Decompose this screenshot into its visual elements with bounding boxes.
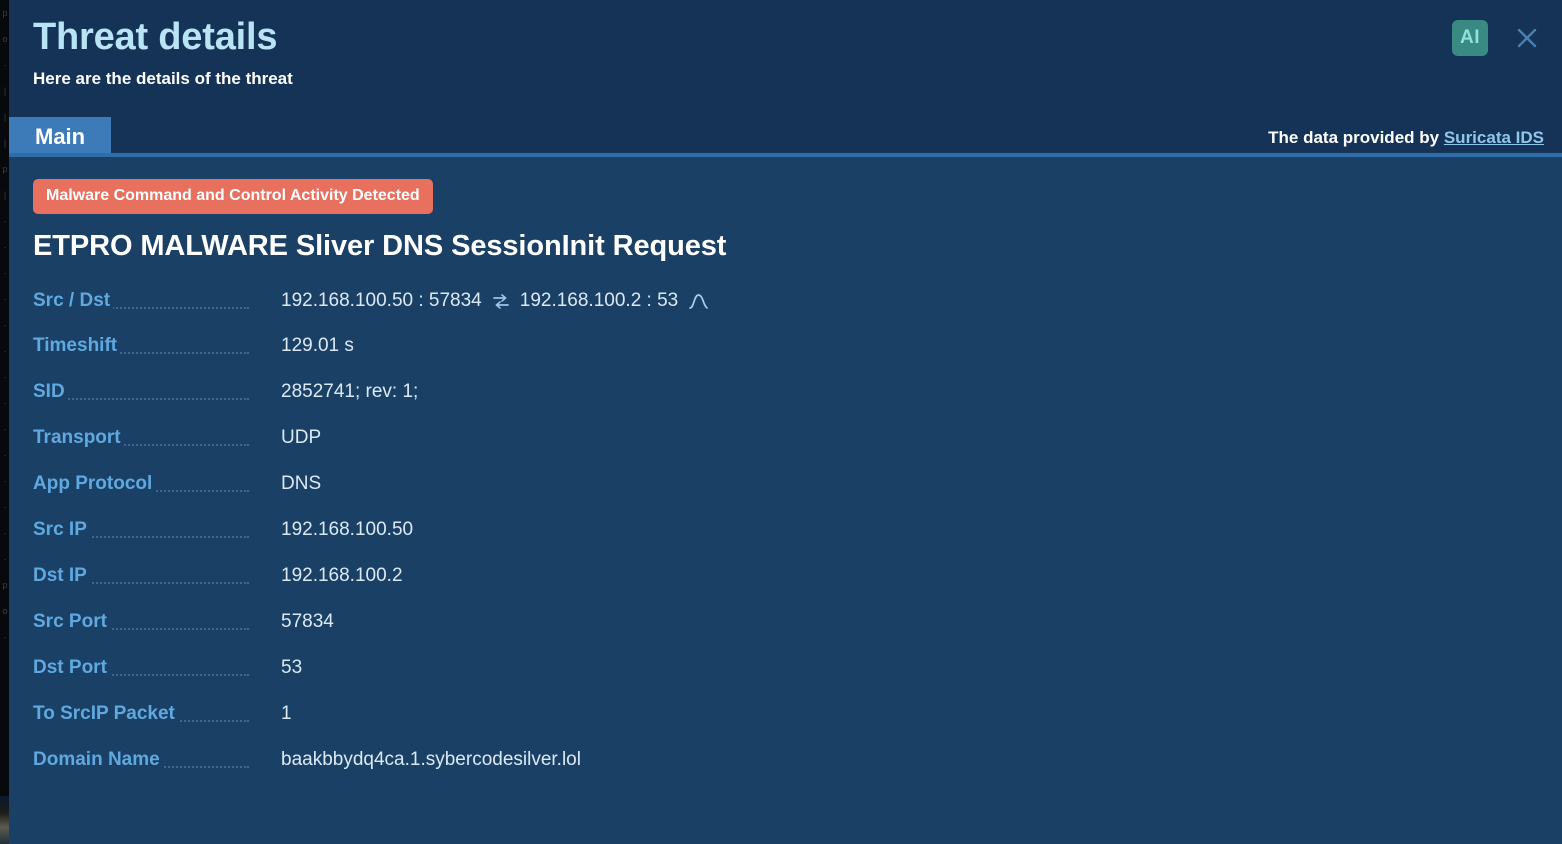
detail-label-text: Src IP [33,519,90,540]
detail-label-timeshift: Timeshift [33,335,281,357]
src-endpoint: 192.168.100.50 : 57834 [281,290,482,312]
detail-row: Dst Port 53 [33,657,1538,703]
detail-row: Transport UDP [33,427,1538,473]
detail-row: Src / Dst 192.168.100.50 : 57834 192.168… [33,289,1538,335]
tab-bar: Main The data provided by Suricata IDS [9,113,1562,157]
detail-label-dst-port: Dst Port [33,657,281,679]
header-actions: AI [1452,20,1544,56]
detail-label-text: Dst Port [33,657,110,678]
detail-label-text: Src / Dst [33,290,113,311]
background-page-text-fragments: p o · | | | p | · · · · · · · · · · · · … [0,0,9,844]
detail-label-text: Timeshift [33,335,120,356]
page-title: Threat details [33,16,1538,59]
detail-label-sid: SID [33,381,281,403]
detail-label-text: To SrcIP Packet [33,703,178,724]
status-badge: Malware Command and Control Activity Det… [33,179,433,214]
flow-curve-icon[interactable] [687,289,711,313]
detail-row: To SrcIP Packet 1 [33,703,1538,749]
tab-main[interactable]: Main [9,117,111,157]
modal-header: Threat details Here are the details of t… [9,0,1562,113]
detail-value-transport: UDP [281,427,321,449]
close-button[interactable] [1510,21,1544,55]
detail-row: Src Port 57834 [33,611,1538,657]
threat-name-heading: ETPRO MALWARE Sliver DNS SessionInit Req… [33,230,1538,263]
detail-row: Domain Name baakbbydq4ca.1.sybercodesilv… [33,749,1538,795]
ai-assistant-button[interactable]: AI [1452,20,1488,56]
detail-label-text: SID [33,381,68,402]
dst-endpoint: 192.168.100.2 : 53 [520,290,678,312]
detail-value-timeshift: 129.01 s [281,335,354,357]
close-icon [1514,25,1540,51]
modal-body: Malware Command and Control Activity Det… [9,157,1562,844]
detail-label-src-dst: Src / Dst [33,290,281,312]
detail-label-text: Transport [33,427,124,448]
detail-value-src-port: 57834 [281,611,334,633]
detail-value-dst-ip: 192.168.100.2 [281,565,403,587]
threat-details-modal: Threat details Here are the details of t… [9,0,1562,844]
swap-arrows-icon [491,291,511,311]
data-provider-link[interactable]: Suricata IDS [1444,128,1544,147]
tab-list: Main [9,113,111,157]
detail-value-app-protocol: DNS [281,473,321,495]
detail-label-transport: Transport [33,427,281,449]
detail-label-text: App Protocol [33,473,155,494]
data-provider-prefix: The data provided by [1268,128,1439,147]
detail-value-src-ip: 192.168.100.50 [281,519,413,541]
detail-row: App Protocol DNS [33,473,1538,519]
detail-row: Dst IP 192.168.100.2 [33,565,1538,611]
background-page-sliver: p o · | | | p | · · · · · · · · · · · · … [0,0,9,844]
detail-label-text: Src Port [33,611,110,632]
detail-label-src-port: Src Port [33,611,281,633]
data-provider-note: The data provided by Suricata IDS [1268,128,1544,157]
threat-details-list: Src / Dst 192.168.100.50 : 57834 192.168… [33,289,1538,795]
detail-row: Src IP 192.168.100.50 [33,519,1538,565]
detail-value-sid: 2852741; rev: 1; [281,381,418,403]
app-root: p o · | | | p | · · · · · · · · · · · · … [0,0,1562,844]
detail-row: Timeshift 129.01 s [33,335,1538,381]
detail-value-dst-port: 53 [281,657,302,679]
detail-label-domain-name: Domain Name [33,749,281,771]
detail-value-domain-name: baakbbydq4ca.1.sybercodesilver.lol [281,749,581,771]
detail-label-to-srcip-packet: To SrcIP Packet [33,703,281,725]
detail-value-to-srcip-packet: 1 [281,703,292,725]
detail-label-text: Domain Name [33,749,163,770]
detail-label-text: Dst IP [33,565,90,586]
detail-label-app-protocol: App Protocol [33,473,281,495]
detail-row: SID 2852741; rev: 1; [33,381,1538,427]
detail-label-dst-ip: Dst IP [33,565,281,587]
tab-main-label: Main [35,124,85,150]
detail-label-src-ip: Src IP [33,519,281,541]
ai-button-label: AI [1460,27,1480,49]
detail-value-src-dst: 192.168.100.50 : 57834 192.168.100.2 : 5… [281,289,711,313]
background-page-footer-sliver [0,796,9,844]
page-subtitle: Here are the details of the threat [33,69,1538,89]
